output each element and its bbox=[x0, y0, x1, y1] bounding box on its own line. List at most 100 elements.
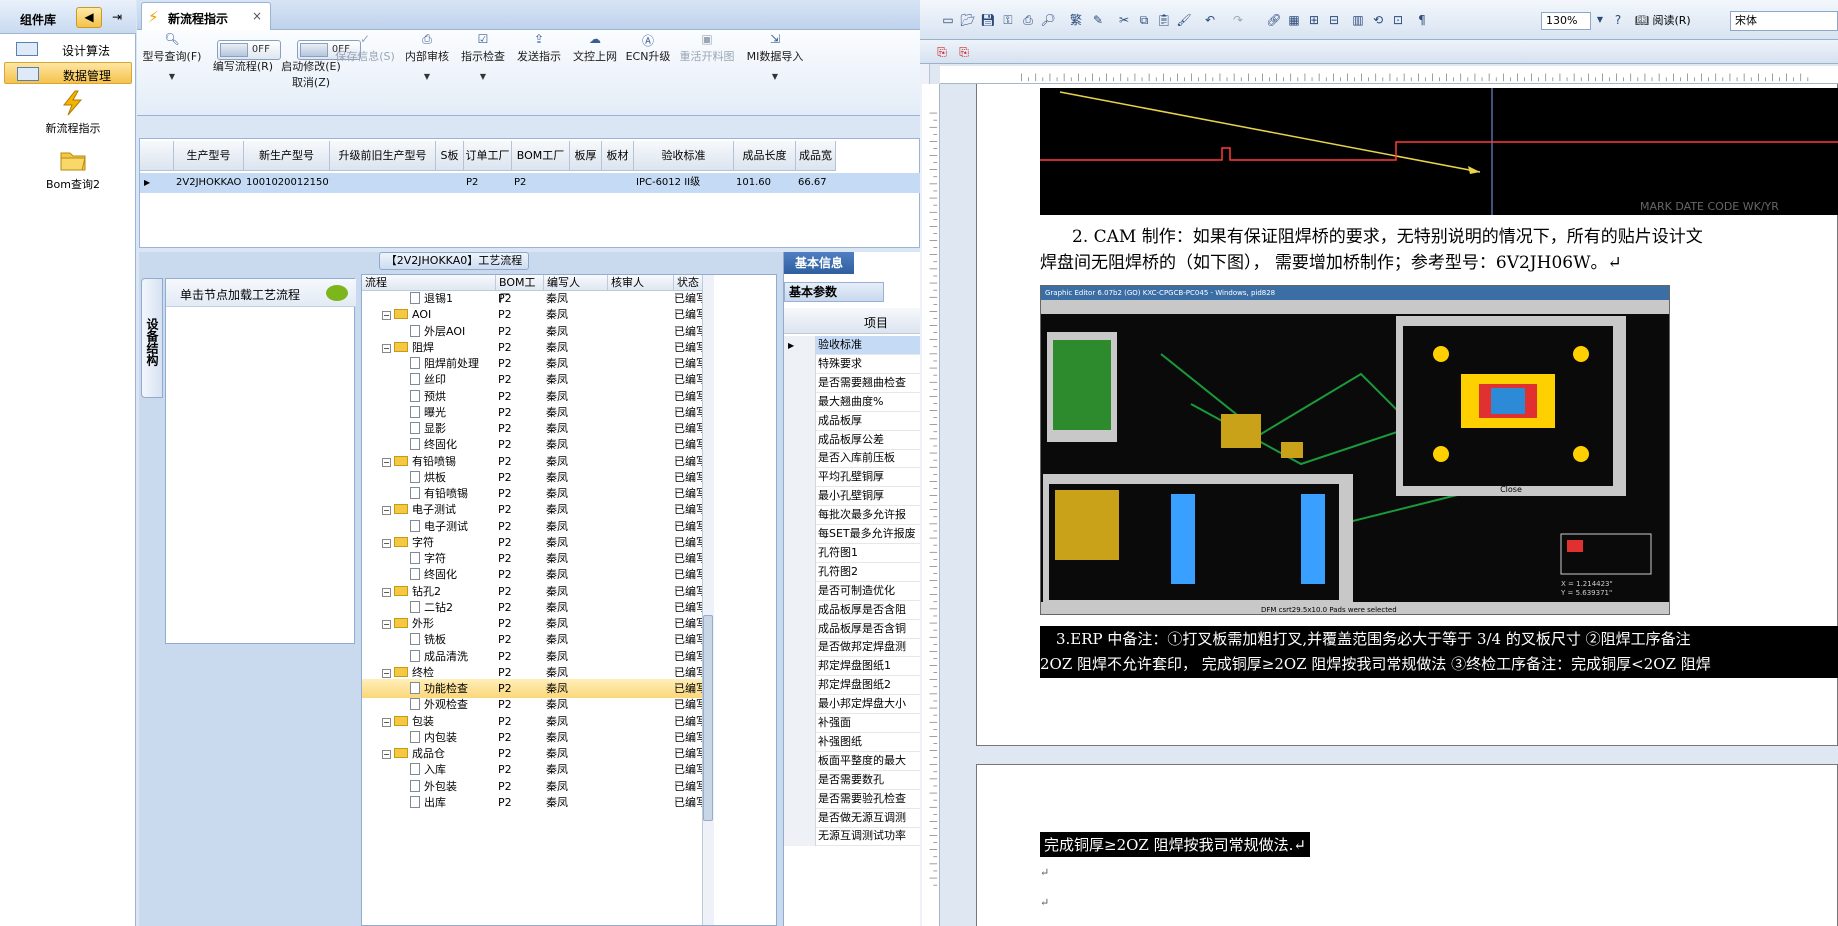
columns-icon[interactable]: ▥ bbox=[1350, 12, 1366, 28]
param-row[interactable]: 是否做邦定焊盘测 bbox=[816, 638, 920, 658]
ecn-upgrade-button[interactable]: Ⓐ ECN升级 bbox=[623, 32, 673, 64]
collapse-icon[interactable]: − bbox=[382, 668, 391, 678]
param-row[interactable]: 最小孔壁铜厚 bbox=[816, 487, 920, 507]
doc-upload-button[interactable]: ☁ 文控上网 bbox=[567, 32, 623, 64]
param-row[interactable]: 最小邦定焊盘大小 bbox=[816, 695, 920, 715]
column-header[interactable]: S板 bbox=[436, 141, 464, 171]
param-row[interactable]: 是否需要翘曲检查 bbox=[816, 374, 920, 393]
param-row[interactable]: 是否需要验孔检查 bbox=[816, 790, 920, 809]
show-hide-icon[interactable]: ¶ bbox=[1414, 12, 1430, 28]
paste-icon[interactable]: 📋︎ bbox=[1156, 12, 1172, 28]
font-select[interactable]: 宋体 bbox=[1730, 11, 1838, 31]
drawing-icon[interactable]: ⟲ bbox=[1370, 12, 1386, 28]
send-instruction-button[interactable]: ⇪ 发送指示 bbox=[511, 32, 567, 64]
print-preview-icon[interactable]: 🔎︎ bbox=[1040, 12, 1056, 28]
read-mode-button[interactable]: 📖︎ 阅读(R) bbox=[1635, 12, 1691, 28]
param-row[interactable]: 成品板厚是否含铜 bbox=[816, 620, 920, 639]
open-icon[interactable]: 📂︎ bbox=[960, 12, 976, 28]
column-header[interactable]: 验收标准 bbox=[634, 141, 734, 171]
document-map-icon[interactable]: ⊡ bbox=[1390, 12, 1406, 28]
insert-table-icon[interactable]: ⊞ bbox=[1306, 12, 1322, 28]
zoom-select[interactable]: 130% bbox=[1541, 12, 1591, 30]
hyperlink-icon[interactable]: 🔗︎ bbox=[1266, 12, 1282, 28]
param-row[interactable]: 板面平整度的最大 bbox=[816, 752, 920, 771]
sidebar-item-data-management[interactable]: 数据管理 bbox=[4, 62, 132, 84]
param-row[interactable]: 邦定焊盘图纸2 bbox=[816, 676, 920, 696]
scrollbar-thumb[interactable] bbox=[703, 615, 713, 821]
copy-icon[interactable]: ⧉ bbox=[1136, 12, 1152, 28]
param-row[interactable]: 无源互调测试功率 bbox=[816, 827, 920, 847]
column-header[interactable]: 生产型号 bbox=[174, 141, 244, 171]
scrollbar[interactable] bbox=[702, 275, 714, 925]
column-header[interactable]: 新生产型号 bbox=[244, 141, 330, 171]
column-header[interactable]: 升级前旧生产型号 bbox=[330, 141, 436, 171]
internal-review-button[interactable]: ⎙ 内部审核 ▼ bbox=[399, 32, 455, 81]
tab-new-flow[interactable]: ⚡ 新流程指示 × bbox=[141, 2, 271, 30]
column-header[interactable]: BOM工厂 bbox=[512, 141, 570, 171]
redo-icon[interactable]: ↷ bbox=[1230, 12, 1246, 28]
param-row[interactable]: 补强图纸 bbox=[816, 733, 920, 752]
undo-icon[interactable]: ↶ bbox=[1202, 12, 1218, 28]
edit-flow-toggle[interactable]: OFF bbox=[217, 40, 281, 60]
cut-icon[interactable]: ✂ bbox=[1116, 12, 1132, 28]
print-icon[interactable]: ⎙ bbox=[1020, 12, 1036, 28]
table-row[interactable]: ▶ 2V2JHOKKAO 10010200121501 P2 P2 IPC-6012 I… bbox=[140, 173, 920, 193]
collapse-icon[interactable]: − bbox=[382, 343, 391, 353]
param-row[interactable]: 最大翘曲度% bbox=[816, 393, 920, 412]
new-doc-icon[interactable]: ▭ bbox=[940, 12, 956, 28]
pdf-icon[interactable]: ⎘ bbox=[934, 44, 950, 60]
pin-icon[interactable]: ⇥ bbox=[108, 8, 126, 27]
tab-basic-params[interactable]: 基本参数 bbox=[784, 282, 884, 302]
save-info-button[interactable]: ✓ 保存信息(S) bbox=[331, 32, 399, 64]
collapse-icon[interactable]: − bbox=[382, 717, 391, 727]
param-row[interactable]: 是否做无源互调测 bbox=[816, 809, 920, 828]
traditional-chinese-icon[interactable]: 繁 bbox=[1068, 12, 1084, 28]
shortcut-bom-query[interactable]: Bom查询2 bbox=[38, 146, 108, 192]
collapse-icon[interactable]: − bbox=[382, 750, 391, 759]
column-header[interactable]: 成品宽 bbox=[796, 141, 836, 171]
param-row[interactable]: 孔符图1 bbox=[816, 544, 920, 563]
chevron-down-icon[interactable]: ▼ bbox=[1592, 12, 1608, 28]
mi-import-button[interactable]: ⇲ MI数据导入 ▼ bbox=[741, 32, 809, 81]
param-row[interactable]: 平均孔壁铜厚 bbox=[816, 468, 920, 488]
cancel-button[interactable]: 取消(Z) bbox=[261, 74, 361, 90]
param-row[interactable]: 每SET最多允许报废 bbox=[816, 525, 920, 544]
sidebar-item-design-algorithm[interactable]: 设计算法 bbox=[4, 38, 132, 60]
close-icon[interactable]: × bbox=[252, 9, 262, 23]
param-row[interactable]: 成品板厚是否含阻 bbox=[816, 601, 920, 620]
column-header[interactable]: 订单工厂 bbox=[464, 141, 512, 171]
param-row[interactable]: 孔符图2 bbox=[816, 563, 920, 582]
research-icon[interactable]: ✎ bbox=[1090, 12, 1106, 28]
collapse-arrow-icon[interactable]: ◀ bbox=[76, 7, 102, 28]
param-row[interactable]: 是否可制造优化 bbox=[816, 582, 920, 601]
column-header[interactable]: 板厚 bbox=[570, 141, 602, 171]
column-header[interactable]: 成品长度 bbox=[734, 141, 796, 171]
save-icon[interactable]: 💾︎ bbox=[980, 12, 996, 28]
permission-icon[interactable]: ⚿ bbox=[1000, 12, 1016, 28]
help-icon[interactable]: ? bbox=[1610, 12, 1626, 28]
column-header[interactable]: 板材 bbox=[602, 141, 634, 171]
param-row[interactable]: 补强面 bbox=[816, 714, 920, 733]
collapse-icon[interactable]: − bbox=[382, 587, 391, 597]
param-row[interactable]: 是否需要数孔 bbox=[816, 771, 920, 790]
param-row[interactable]: 是否入库前压板 bbox=[816, 449, 920, 469]
reopen-drawing-button[interactable]: ▣ 重活开料图 bbox=[673, 32, 741, 64]
param-row[interactable]: 验收标准 bbox=[816, 336, 920, 355]
instruction-check-button[interactable]: ☑ 指示检查 ▼ bbox=[455, 32, 511, 81]
collapse-icon[interactable]: − bbox=[382, 620, 391, 629]
pdf-settings-icon[interactable]: ⎘ bbox=[956, 44, 972, 60]
collapse-icon[interactable]: − bbox=[382, 457, 391, 467]
tab-device-structure[interactable]: 设备结构 bbox=[141, 278, 163, 398]
format-painter-icon[interactable]: 🖌︎ bbox=[1176, 12, 1192, 28]
param-row[interactable]: 成品板厚 bbox=[816, 412, 920, 431]
excel-icon[interactable]: ⊟ bbox=[1326, 12, 1342, 28]
collapse-icon[interactable]: − bbox=[382, 506, 391, 516]
param-row[interactable]: 每批次最多允许报 bbox=[816, 506, 920, 526]
param-row[interactable]: 邦定焊盘图纸1 bbox=[816, 657, 920, 677]
collapse-icon[interactable]: − bbox=[382, 538, 391, 548]
tree-item-row[interactable]: 出库 P2 秦凤 已编写 bbox=[362, 793, 702, 812]
param-row[interactable]: 成品板厚公差 bbox=[816, 431, 920, 450]
param-row[interactable]: 特殊要求 bbox=[816, 355, 920, 374]
tab-basic-info[interactable]: 基本信息 bbox=[784, 252, 854, 274]
shortcut-new-flow[interactable]: 新流程指示 bbox=[38, 90, 108, 136]
